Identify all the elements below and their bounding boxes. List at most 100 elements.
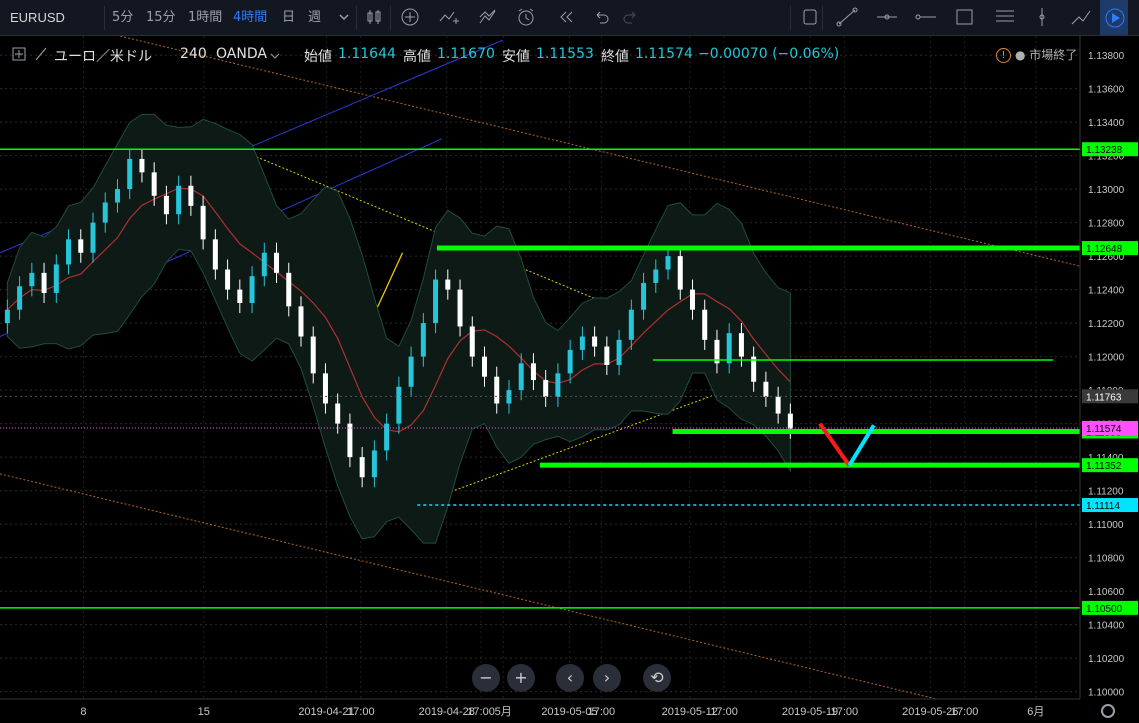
candle-body [188, 185, 194, 206]
replay-icon[interactable] [552, 0, 580, 35]
candle-body [787, 413, 793, 429]
y-tick-label: 1.11200 [1088, 487, 1124, 498]
trend-line-lower [0, 473, 1039, 723]
candle-body [665, 256, 671, 270]
play-icon[interactable] [1100, 0, 1128, 35]
y-tick-label: 1.13400 [1088, 118, 1125, 129]
candle-body [176, 185, 182, 215]
candle-body [641, 282, 647, 310]
compare-icon[interactable] [434, 0, 462, 35]
candle-body [298, 306, 304, 337]
top-toolbar: EURUSD 5分 15分 1時間 4時間 日 週 [0, 0, 1139, 36]
zoom-out-button[interactable]: − [472, 664, 500, 692]
toolbar-divider [356, 6, 357, 30]
toolbar-divider [790, 6, 791, 30]
candle-body [689, 289, 695, 310]
x-tick-label: 17:00 [951, 706, 979, 718]
symbol-search[interactable]: EURUSD [10, 0, 65, 35]
candle-body [322, 373, 328, 404]
toolbar-divider [822, 6, 823, 30]
chart-legend: ユーロ／米ドル 240 OANDA 始値 1.11644 高値 1.11670 … [0, 40, 1080, 70]
price-label: 1.11114 [1086, 501, 1120, 512]
candle-body [445, 279, 451, 290]
interval-day[interactable]: 日 [282, 0, 295, 35]
interval-4h[interactable]: 4時間 [233, 0, 267, 35]
reset-chart-button[interactable]: ⟲ [643, 664, 671, 692]
toolbar-divider [390, 6, 391, 30]
candle-type-icon[interactable] [360, 0, 388, 35]
candle-body [371, 450, 377, 478]
candle-body [738, 333, 744, 357]
candle-body [763, 381, 769, 397]
level-price-label: 1.12648 [1086, 244, 1123, 255]
rectangle-icon[interactable] [950, 0, 978, 35]
candle-body [702, 309, 708, 340]
candle-body [579, 336, 585, 350]
instrument-name: ユーロ／米ドル [54, 49, 152, 65]
interval-1h[interactable]: 1時間 [188, 0, 222, 35]
candle-body [114, 189, 120, 203]
candle-body [347, 423, 353, 458]
interval-5m[interactable]: 5分 [112, 0, 133, 35]
y-tick-label: 1.12000 [1088, 353, 1125, 364]
x-tick-label: 6月 [1027, 706, 1044, 718]
bollinger-band [6, 113, 791, 544]
y-tick-label: 1.10000 [1088, 688, 1125, 699]
vertical-line-icon[interactable] [1028, 0, 1056, 35]
level-price-label: 1.10500 [1086, 604, 1123, 615]
add-indicator-icon[interactable] [396, 0, 424, 35]
redo-icon[interactable] [616, 0, 644, 35]
open-label: 始値 [304, 49, 332, 65]
y-tick-label: 1.13600 [1088, 85, 1125, 96]
candle-body [102, 202, 108, 223]
legend-settings-icon[interactable] [12, 47, 26, 65]
low-value: 1.11553 [536, 46, 594, 62]
broker-label[interactable]: OANDA [216, 46, 267, 62]
candle-body [66, 239, 72, 265]
x-tick-label: 17:00 [467, 706, 495, 718]
candle-body [396, 386, 402, 424]
candle-body [653, 269, 659, 283]
fib-icon[interactable] [990, 0, 1018, 35]
path-icon[interactable] [1066, 0, 1094, 35]
candle-body [555, 373, 561, 397]
horizontal-line-icon[interactable] [872, 0, 900, 35]
alert-icon[interactable] [512, 0, 540, 35]
horizontal-ray-icon[interactable] [910, 0, 938, 35]
scroll-right-button[interactable]: › [593, 664, 621, 692]
indicators-icon[interactable] [474, 0, 502, 35]
x-tick-label: 17:00 [710, 706, 738, 718]
high-value: 1.11670 [437, 46, 495, 62]
interval-week[interactable]: 週 [308, 0, 321, 35]
trend-line-icon[interactable] [832, 0, 860, 35]
candle-body [530, 363, 536, 381]
price-label: 1.11574 [1086, 424, 1122, 435]
y-tick-label: 1.10200 [1088, 654, 1125, 665]
candle-body [567, 349, 573, 374]
open-value: 1.11644 [338, 46, 396, 62]
chevron-down-icon[interactable] [330, 0, 358, 35]
fullscreen-icon[interactable] [796, 0, 824, 35]
y-tick-label: 1.10800 [1088, 554, 1125, 565]
candle-body [592, 336, 598, 347]
candle-body [200, 205, 206, 240]
candle-body [408, 356, 414, 387]
level-price-label: 1.11352 [1086, 461, 1122, 472]
candle-body [506, 390, 512, 404]
y-tick-label: 1.13000 [1088, 185, 1125, 196]
candle-body [17, 286, 23, 310]
candle-body [726, 333, 732, 364]
zoom-in-button[interactable]: + [507, 664, 535, 692]
scroll-left-button[interactable]: ‹ [556, 664, 584, 692]
candle-body [249, 276, 255, 304]
candle-body [286, 272, 292, 307]
interval-15m[interactable]: 15分 [146, 0, 176, 35]
candle-body [482, 356, 488, 377]
candle-body [433, 279, 439, 324]
x-tick-label: 17:00 [347, 706, 375, 718]
market-status-text: 市場終了 [1029, 48, 1078, 62]
price-chart[interactable]: 1.138001.136001.134001.132001.130001.128… [0, 36, 1139, 723]
candle-body [677, 256, 683, 290]
undo-icon[interactable] [588, 0, 616, 35]
chevron-down-icon[interactable] [270, 49, 280, 65]
